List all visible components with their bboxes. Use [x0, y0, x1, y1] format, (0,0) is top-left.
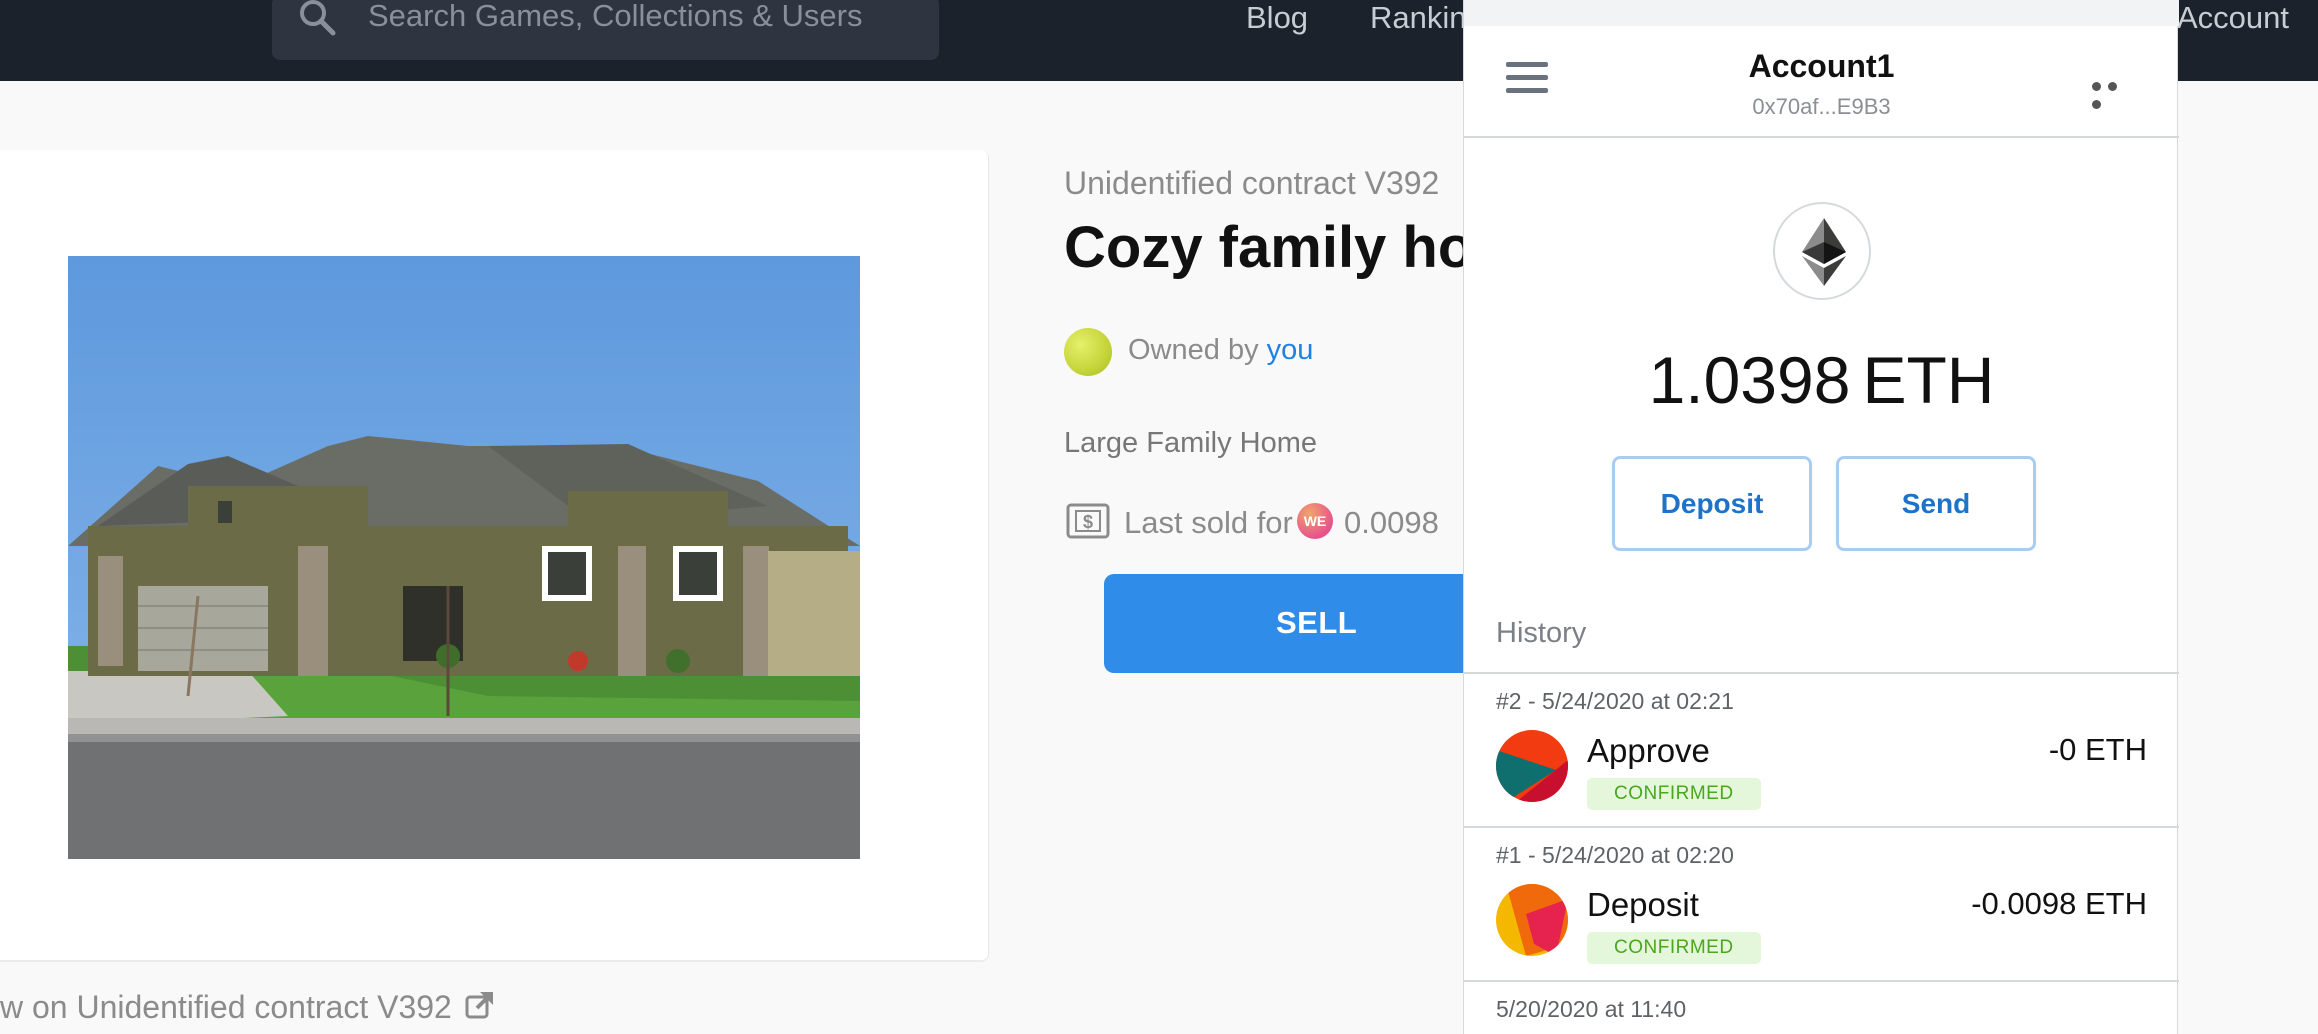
- owned-by-label: Owned by: [1128, 334, 1259, 366]
- owner-avatar[interactable]: [1064, 328, 1112, 376]
- item-title: Cozy family hor: [1064, 215, 1496, 280]
- transaction-title: Approve: [1587, 732, 1710, 769]
- last-sold-label: Last sold for: [1124, 505, 1293, 540]
- dollar-bill-icon: $: [1066, 503, 1110, 539]
- owner-link[interactable]: you: [1267, 334, 1314, 366]
- transaction-meta: #1 - 5/24/2020 at 02:20: [1496, 842, 1734, 868]
- search-input[interactable]: Search Games, Collections & Users: [368, 0, 862, 36]
- status-badge: CONFIRMED: [1587, 932, 1761, 964]
- balance: 1.0398 ETH: [1464, 342, 2179, 418]
- last-sold-price: 0.0098: [1344, 505, 1439, 540]
- transaction-amount: -0.0098 ETH: [1971, 886, 2147, 921]
- search-icon: [300, 0, 336, 36]
- identicon-icon: [1496, 884, 1568, 956]
- deposit-button[interactable]: Deposit: [1612, 456, 1812, 551]
- item-media-card: [0, 150, 989, 962]
- account-address[interactable]: 0x70af...E9B3: [1464, 94, 2179, 120]
- history-heading: History: [1496, 617, 1587, 649]
- nav-link-blog[interactable]: Blog: [1246, 0, 1308, 36]
- transaction-title: Deposit: [1587, 886, 1699, 923]
- wallet-header: Account1 0x70af...E9B3: [1464, 26, 2179, 138]
- balance-amount: 1.0398: [1648, 343, 1851, 417]
- popup-top-strip: [1464, 0, 2179, 26]
- external-link-icon[interactable]: [464, 989, 496, 1021]
- transaction-row[interactable]: #2 - 5/24/2020 at 02:21 Approve CONFIRME…: [1464, 674, 2179, 828]
- transaction-meta: #2 - 5/24/2020 at 02:21: [1496, 688, 1734, 714]
- token-icon: WE: [1297, 503, 1333, 539]
- owned-by: Owned by you: [1128, 334, 1313, 367]
- sell-button-label: SELL: [1276, 605, 1358, 640]
- account-name[interactable]: Account1: [1464, 48, 2179, 85]
- view-on-contract-link[interactable]: w on Unidentified contract V392: [0, 987, 452, 1027]
- identicon-icon: [1496, 730, 1568, 802]
- eth-logo-badge: [1773, 202, 1871, 300]
- sell-button[interactable]: SELL: [1104, 574, 1524, 673]
- transaction-row[interactable]: #1 - 5/24/2020 at 02:20 Deposit CONFIRME…: [1464, 828, 2179, 982]
- nav-link-account[interactable]: Account: [2177, 0, 2289, 36]
- search-bar[interactable]: Search Games, Collections & Users: [272, 0, 939, 60]
- svg-text:$: $: [1083, 512, 1093, 532]
- ethereum-icon: [1802, 218, 1846, 286]
- item-description: Large Family Home: [1064, 427, 1318, 459]
- transaction-amount: -0 ETH: [2048, 732, 2147, 767]
- status-badge: CONFIRMED: [1587, 778, 1761, 810]
- transaction-meta: 5/20/2020 at 11:40: [1496, 996, 1687, 1022]
- more-options-icon[interactable]: [2092, 78, 2136, 109]
- house-image: [68, 256, 860, 859]
- send-button[interactable]: Send: [1836, 456, 2036, 551]
- balance-unit: ETH: [1862, 343, 1995, 417]
- wallet-popup: Account1 0x70af...E9B3 1.0398 ETH Deposit…: [1463, 0, 2179, 1034]
- contract-name[interactable]: Unidentified contract V392: [1064, 165, 1439, 202]
